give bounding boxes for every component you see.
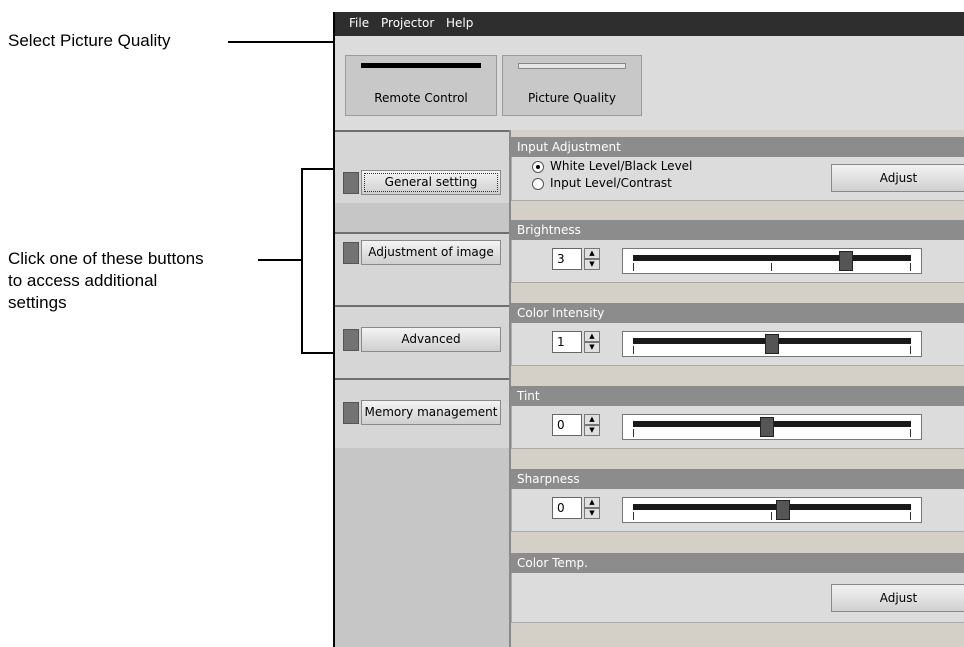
color-temp-body: Adjust xyxy=(511,573,964,623)
tint-title: Tint xyxy=(511,386,964,406)
brightness-down-arrow-icon[interactable]: ▼ xyxy=(584,259,600,270)
tint-slider[interactable] xyxy=(622,414,922,440)
picture-quality-label: Picture Quality xyxy=(528,91,616,105)
sharpness-down-arrow-icon[interactable]: ▼ xyxy=(584,508,600,519)
slider-tick xyxy=(771,263,772,271)
sidebar-item-adjustment-of-image: Adjustment of image xyxy=(335,232,509,305)
tint-up-arrow-icon[interactable]: ▲ xyxy=(584,414,600,425)
callout-select-prefix: Select xyxy=(8,31,60,50)
panel-input-adjustment: Input Adjustment White Level/Black Level… xyxy=(511,137,964,201)
menu-bar: File Projector Help xyxy=(335,12,964,36)
callout-select-picture-quality: Select Picture Quality xyxy=(8,30,171,52)
adjustment-of-image-indicator xyxy=(343,242,359,264)
sidebar-item-general-setting: General setting xyxy=(335,130,509,203)
radio-selected-icon xyxy=(532,160,544,173)
slider-thumb[interactable] xyxy=(775,500,790,520)
menu-projector[interactable]: Projector xyxy=(381,16,434,30)
brightness-slider[interactable] xyxy=(622,248,922,274)
sidebar-item-memory-management: Memory management xyxy=(335,378,509,448)
sharpness-slider[interactable] xyxy=(622,497,922,523)
picture-quality-indicator xyxy=(518,63,626,69)
input-adjust-button[interactable]: Adjust xyxy=(831,164,964,192)
sharpness-body: 0 ▲ ▼ xyxy=(511,489,964,532)
menu-help[interactable]: Help xyxy=(446,16,473,30)
sidebar: General setting Adjustment of image Adva… xyxy=(335,130,509,647)
menu-file[interactable]: File xyxy=(349,16,369,30)
radio-input-level-contrast[interactable]: Input Level/Contrast xyxy=(532,176,672,190)
slider-tick xyxy=(633,429,634,437)
color-intensity-value-field[interactable]: 1 xyxy=(552,331,582,353)
callout-buttons-text: Click one of these buttons to access add… xyxy=(8,249,204,312)
panel-brightness: Brightness 3 ▲ ▼ xyxy=(511,220,964,283)
color-intensity-down-arrow-icon[interactable]: ▼ xyxy=(584,342,600,353)
slider-thumb[interactable] xyxy=(838,251,853,271)
app-window: File Projector Help Remote Control Pictu… xyxy=(333,12,964,647)
slider-tick xyxy=(633,346,634,354)
remote-control-button[interactable]: Remote Control xyxy=(345,55,497,116)
sharpness-title: Sharpness xyxy=(511,469,964,489)
slider-tick xyxy=(633,512,634,520)
color-intensity-body: 1 ▲ ▼ xyxy=(511,323,964,366)
panel-sharpness: Sharpness 0 ▲ ▼ xyxy=(511,469,964,532)
color-intensity-up-arrow-icon[interactable]: ▲ xyxy=(584,331,600,342)
color-temp-title: Color Temp. xyxy=(511,553,964,573)
advanced-button[interactable]: Advanced xyxy=(361,327,501,352)
panel-tint: Tint 0 ▲ ▼ xyxy=(511,386,964,449)
slider-thumb[interactable] xyxy=(759,417,774,437)
input-adjustment-body: White Level/Black Level Input Level/Cont… xyxy=(511,157,964,201)
brightness-up-arrow-icon[interactable]: ▲ xyxy=(584,248,600,259)
sharpness-up-arrow-icon[interactable]: ▲ xyxy=(584,497,600,508)
slider-tick xyxy=(910,429,911,437)
panel-color-temp: Color Temp. Adjust xyxy=(511,553,964,623)
tint-body: 0 ▲ ▼ xyxy=(511,406,964,449)
slider-thumb[interactable] xyxy=(765,334,779,354)
slider-track xyxy=(633,255,911,261)
color-intensity-slider[interactable] xyxy=(622,331,922,357)
sharpness-value-field[interactable]: 0 xyxy=(552,497,582,519)
color-temp-adjust-button[interactable]: Adjust xyxy=(831,584,964,612)
remote-control-label: Remote Control xyxy=(374,91,468,105)
adjustment-of-image-button[interactable]: Adjustment of image xyxy=(361,240,501,265)
radio-white-black-level[interactable]: White Level/Black Level xyxy=(532,159,692,173)
color-intensity-title: Color Intensity xyxy=(511,303,964,323)
callout-bracket-vertical xyxy=(301,168,303,353)
panel-color-intensity: Color Intensity 1 ▲ ▼ xyxy=(511,303,964,366)
slider-tick xyxy=(771,512,772,520)
radio-white-black-level-label: White Level/Black Level xyxy=(550,159,693,173)
callout-select-bold: Picture Quality xyxy=(59,31,171,50)
brightness-body: 3 ▲ ▼ xyxy=(511,240,964,283)
brightness-value-field[interactable]: 3 xyxy=(552,248,582,270)
radio-input-level-contrast-label: Input Level/Contrast xyxy=(550,176,672,190)
slider-tick xyxy=(910,512,911,520)
general-setting-indicator xyxy=(343,172,359,194)
tint-down-arrow-icon[interactable]: ▼ xyxy=(584,425,600,436)
slider-tick xyxy=(910,346,911,354)
toolbar: Remote Control Picture Quality xyxy=(335,36,964,130)
callout-bracket-stem xyxy=(258,259,302,261)
sidebar-item-advanced: Advanced xyxy=(335,305,509,378)
slider-track xyxy=(633,504,911,510)
brightness-title: Brightness xyxy=(511,220,964,240)
radio-unselected-icon xyxy=(532,177,544,190)
slider-tick xyxy=(633,263,634,271)
remote-control-indicator xyxy=(361,63,481,68)
advanced-indicator xyxy=(343,329,359,351)
memory-management-indicator xyxy=(343,402,359,424)
general-setting-button[interactable]: General setting xyxy=(361,170,501,195)
tint-value-field[interactable]: 0 xyxy=(552,414,582,436)
picture-quality-button[interactable]: Picture Quality xyxy=(502,55,642,116)
slider-tick xyxy=(910,263,911,271)
input-adjustment-title: Input Adjustment xyxy=(511,137,964,157)
memory-management-button[interactable]: Memory management xyxy=(361,400,501,425)
